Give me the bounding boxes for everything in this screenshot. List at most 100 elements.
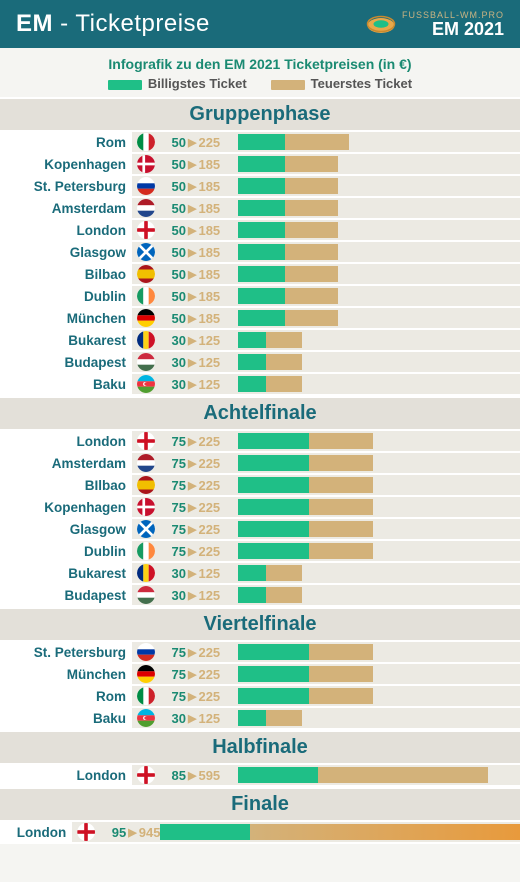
data-row: Dublin50▶185 — [0, 286, 520, 308]
data-row: London85▶595 — [0, 765, 520, 787]
flag-en-icon — [77, 823, 95, 841]
price-low: 50 — [160, 311, 186, 326]
price-high: 125 — [198, 588, 220, 603]
bar-high — [309, 433, 373, 449]
city-label: München — [0, 664, 132, 684]
bar-high — [266, 354, 302, 370]
bar-track — [160, 822, 520, 842]
section-header: Finale — [0, 787, 520, 822]
price-low: 30 — [160, 588, 186, 603]
bar-low — [238, 433, 309, 449]
triangle-icon: ▶ — [188, 334, 196, 347]
triangle-icon: ▶ — [188, 268, 196, 281]
flag-az-icon — [137, 709, 155, 727]
data-row: Bukarest30▶125 — [0, 563, 520, 585]
infographic-title: Infografik zu den EM 2021 Ticketpreisen … — [0, 56, 520, 72]
bar-high — [285, 288, 338, 304]
bar-high — [266, 376, 302, 392]
bar-high — [266, 565, 302, 581]
bar-track — [238, 431, 520, 451]
city-label: St. Petersburg — [0, 642, 132, 662]
price-high: 185 — [198, 157, 220, 172]
data-row: Kopenhagen75▶225 — [0, 497, 520, 519]
bar-low — [238, 455, 309, 471]
flag-en-icon — [137, 221, 155, 239]
price-values: 75▶225 — [160, 667, 238, 682]
section-header: Halbfinale — [0, 730, 520, 765]
header-bar: EM - Ticketpreise FUSSBALL-WM.PRO EM 202… — [0, 0, 520, 48]
price-high: 225 — [198, 500, 220, 515]
data-row: Rom 50▶225 — [0, 132, 520, 154]
price-low: 50 — [160, 223, 186, 238]
bar-track — [238, 664, 520, 684]
price-values: 75▶225 — [160, 522, 238, 537]
price-values: 75▶225 — [160, 478, 238, 493]
title-bold: EM — [16, 10, 53, 37]
city-label: Budapest — [0, 585, 132, 605]
price-low: 50 — [160, 267, 186, 282]
price-high: 125 — [198, 377, 220, 392]
data-row: Amsterdam50▶185 — [0, 198, 520, 220]
flag-sc-icon — [137, 520, 155, 538]
bar-high — [250, 824, 520, 840]
bar-high — [285, 310, 338, 326]
price-values: 50▶185 — [160, 157, 238, 172]
flag-hu-icon — [137, 586, 155, 604]
triangle-icon: ▶ — [188, 457, 196, 470]
price-values: 50▶185 — [160, 245, 238, 260]
flag-en-icon — [137, 432, 155, 450]
swatch-high-icon — [271, 80, 305, 90]
price-values: 85▶595 — [160, 768, 238, 783]
price-values: 50▶185 — [160, 223, 238, 238]
price-values: 75▶225 — [160, 689, 238, 704]
price-high: 225 — [198, 135, 220, 150]
flag-ro-icon — [137, 331, 155, 349]
bar-low — [238, 767, 318, 783]
flag-es-icon — [137, 476, 155, 494]
price-high: 595 — [198, 768, 220, 783]
price-high: 225 — [198, 544, 220, 559]
data-row: München 75▶225 — [0, 664, 520, 686]
flag-nl-icon — [137, 199, 155, 217]
bar-high — [309, 666, 373, 682]
triangle-icon: ▶ — [188, 501, 196, 514]
bar-high — [285, 244, 338, 260]
bar-track — [238, 686, 520, 706]
city-label: Budapest — [0, 352, 132, 372]
city-label: London — [0, 822, 72, 842]
price-low: 75 — [160, 544, 186, 559]
price-high: 225 — [198, 456, 220, 471]
triangle-icon: ▶ — [188, 180, 196, 193]
bar-high — [318, 767, 488, 783]
data-row: London50▶185 — [0, 220, 520, 242]
data-row: London75▶225 — [0, 431, 520, 453]
bar-track — [238, 541, 520, 561]
brand-main: EM 2021 — [432, 20, 504, 38]
bar-low — [238, 521, 309, 537]
price-low: 30 — [160, 711, 186, 726]
city-label: Bilbao — [0, 264, 132, 284]
bar-low — [238, 178, 285, 194]
city-label: Kopenhagen — [0, 497, 132, 517]
flag-az-icon — [137, 375, 155, 393]
price-high: 185 — [198, 223, 220, 238]
bar-track — [238, 563, 520, 583]
bar-high — [285, 134, 349, 150]
bar-low — [238, 666, 309, 682]
flag-hu-icon — [137, 353, 155, 371]
flag-de-icon — [137, 309, 155, 327]
price-values: 50▶225 — [160, 135, 238, 150]
price-values: 95▶945 — [100, 825, 160, 840]
price-low: 95 — [100, 825, 126, 840]
bar-low — [238, 499, 309, 515]
city-label: Rom — [0, 132, 132, 152]
bar-low — [238, 156, 285, 172]
bar-track — [238, 642, 520, 662]
price-values: 30▶125 — [160, 566, 238, 581]
flag-ie-icon — [137, 542, 155, 560]
price-low: 50 — [160, 135, 186, 150]
city-label: Amsterdam — [0, 198, 132, 218]
bar-high — [309, 477, 373, 493]
data-row: Budapest30▶125 — [0, 352, 520, 374]
triangle-icon: ▶ — [188, 769, 196, 782]
